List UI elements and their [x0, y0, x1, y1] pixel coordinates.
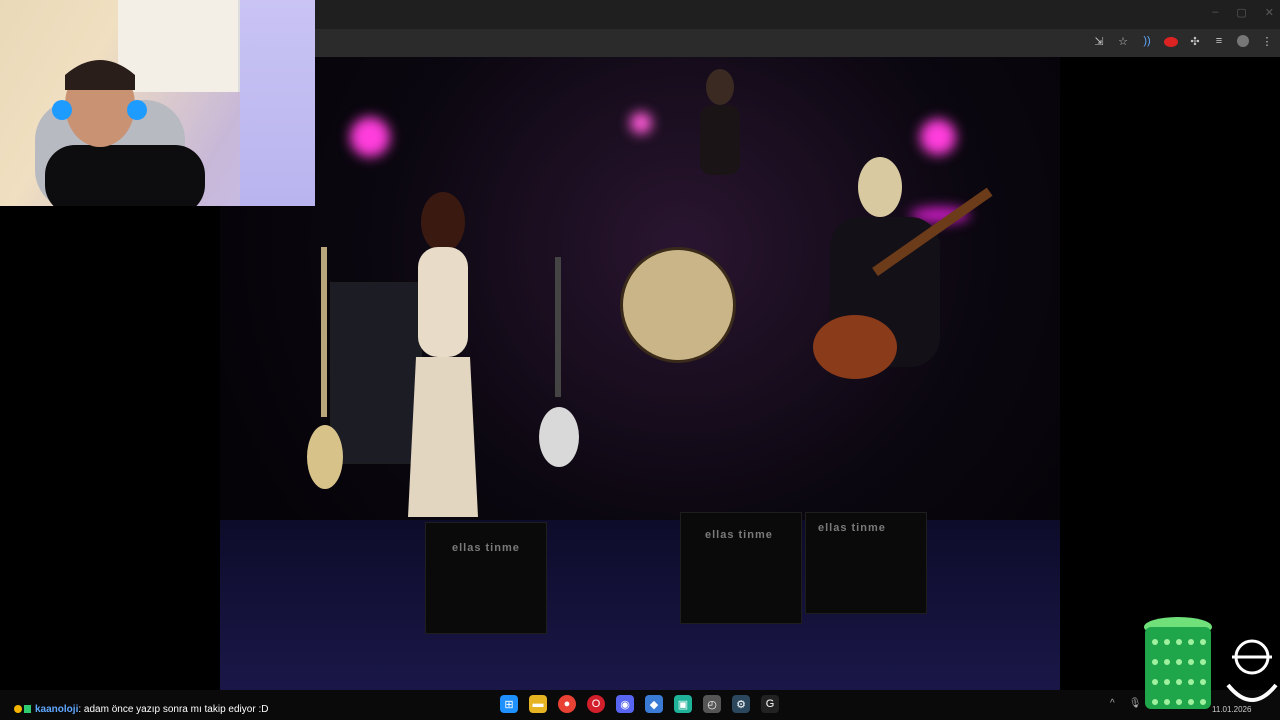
- chat-text: : adam önce yazıp sonra mı takip ediyor …: [78, 704, 269, 715]
- more-menu-icon[interactable]: ⋮: [1260, 34, 1274, 48]
- wall-light: [240, 0, 315, 206]
- windows-start-icon[interactable]: ⊞: [500, 695, 518, 713]
- chrome-icon[interactable]: ●: [558, 695, 576, 713]
- singer: [398, 187, 488, 557]
- streamer: [35, 60, 205, 206]
- browser-title-bar: – ▢ ✕: [315, 0, 1280, 29]
- bass-drum: [620, 247, 736, 363]
- stage-monitor: [425, 522, 547, 634]
- guitar-on-stand: [305, 247, 345, 497]
- stage-monitor-label: ellas tinme: [452, 542, 520, 554]
- minimize-button[interactable]: –: [1212, 6, 1218, 19]
- stream-logo-overlay: [1226, 639, 1278, 702]
- profile-avatar-icon[interactable]: [1236, 34, 1250, 48]
- steam-icon[interactable]: ⚙: [732, 695, 750, 713]
- video-player[interactable]: ellas tinme ellas tinme ellas tinme: [220, 57, 1060, 690]
- microphone-icon[interactable]: 🎙: [1129, 698, 1142, 709]
- discord-icon[interactable]: ◉: [616, 695, 634, 713]
- app-teal-icon[interactable]: ▣: [674, 695, 692, 713]
- audio-playing-icon[interactable]: )): [1140, 34, 1154, 48]
- bookmark-star-icon[interactable]: ☆: [1116, 34, 1130, 48]
- stage-floor: [220, 520, 1060, 690]
- media-controls-icon[interactable]: ≡: [1212, 34, 1226, 48]
- chat-username[interactable]: kaanoloji: [35, 704, 78, 715]
- stage-light: [350, 117, 390, 157]
- window-controls: – ▢ ✕: [1212, 6, 1274, 19]
- guitarist: [795, 147, 1015, 407]
- chevron-up-icon[interactable]: ^: [1110, 698, 1115, 709]
- maximize-button[interactable]: ▢: [1236, 6, 1246, 19]
- close-button[interactable]: ✕: [1265, 6, 1274, 19]
- app-blue-icon[interactable]: ◆: [645, 695, 663, 713]
- file-explorer-icon[interactable]: ▬: [529, 695, 547, 713]
- stage-light: [630, 112, 652, 134]
- g-app-icon[interactable]: G: [761, 695, 779, 713]
- stage-monitor-label: ellas tinme: [705, 529, 773, 541]
- install-app-icon[interactable]: ⇲: [1092, 34, 1106, 48]
- opera-icon[interactable]: O: [587, 695, 605, 713]
- stage-monitor-label: ellas tinme: [818, 522, 886, 534]
- chat-message: kaanoloji: adam önce yazıp sonra mı taki…: [14, 704, 268, 715]
- extensions-puzzle-icon[interactable]: ✣: [1188, 34, 1202, 48]
- taskbar-apps: ⊞ ▬ ● O ◉ ◆ ▣ ◴ ⚙ G: [500, 695, 779, 713]
- red-extension-icon[interactable]: [1164, 34, 1178, 48]
- guitar-on-stand: [535, 257, 585, 487]
- chat-badge-icon: [24, 705, 31, 713]
- browser-toolbar: ⇲ ☆ )) ✣ ≡ ⋮: [315, 29, 1280, 57]
- chat-badge-icon: [14, 705, 22, 713]
- clock-app-icon[interactable]: ◴: [703, 695, 721, 713]
- webcam-overlay: [0, 0, 315, 206]
- green-bucket-overlay: [1144, 617, 1212, 709]
- system-tray: ^ 🎙: [1110, 698, 1141, 709]
- drummer: [690, 67, 750, 187]
